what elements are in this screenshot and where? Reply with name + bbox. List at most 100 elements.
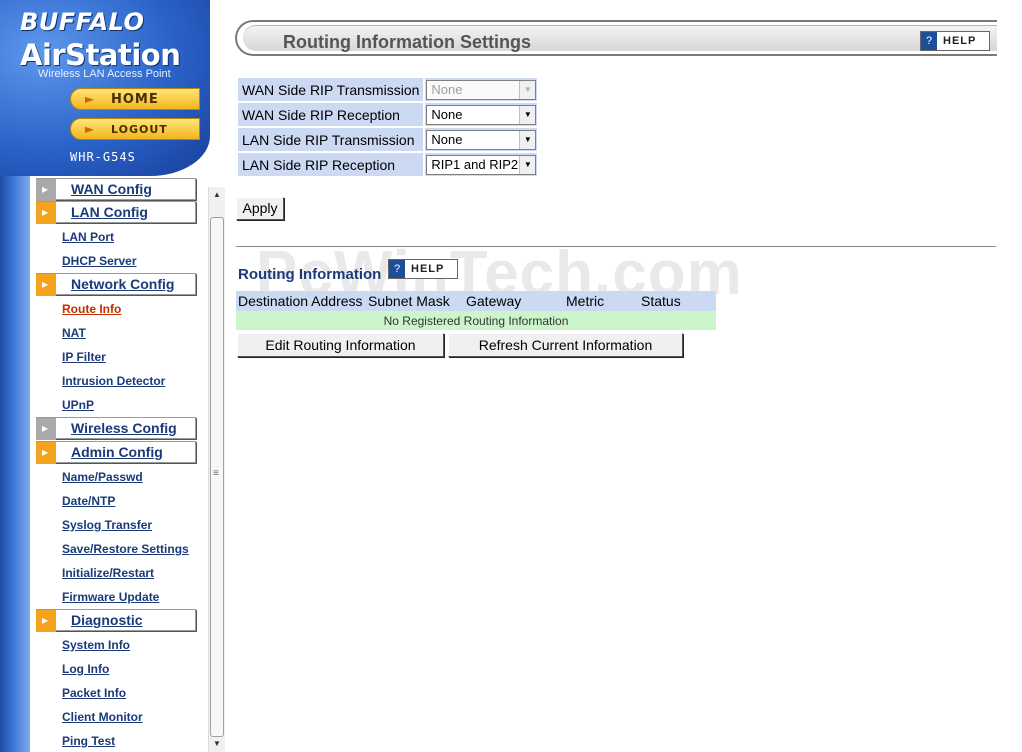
tagline: Wireless LAN Access Point <box>38 68 171 80</box>
left-nav-frame: BUFFALO AirStation Wireless LAN Access P… <box>0 0 226 752</box>
section-arrow-icon <box>36 442 56 464</box>
page-title: Routing Information Settings <box>283 32 531 52</box>
sidebar-item-lan-port[interactable]: LAN Port <box>62 230 114 244</box>
section-wireless-config[interactable]: Wireless Config <box>36 417 196 440</box>
question-icon: ? <box>389 260 405 278</box>
refresh-info-button[interactable]: Refresh Current Information <box>448 333 683 357</box>
help-label: HELP <box>943 35 977 47</box>
logo-panel: BUFFALO AirStation Wireless LAN Access P… <box>0 0 210 176</box>
select-value: None <box>431 106 463 122</box>
question-icon: ? <box>921 32 937 50</box>
wan-rip-transmission-select[interactable]: None ▼ <box>426 79 537 100</box>
section-wan-config[interactable]: WAN Config <box>36 178 196 201</box>
sidebar-item-route-info[interactable]: Route Info <box>62 302 121 316</box>
table-row: No Registered Routing Information <box>236 311 716 330</box>
routing-info-help-button[interactable]: ? HELP <box>388 259 458 279</box>
rip-row: WAN Side RIP Transmission None ▼ <box>238 78 538 101</box>
sidebar-item-firmware-update[interactable]: Firmware Update <box>62 590 159 604</box>
rip-row: LAN Side RIP Reception RIP1 and RIP2 ▼ <box>238 153 538 176</box>
logout-button-label: LOGOUT <box>111 123 168 136</box>
lan-rip-reception-select[interactable]: RIP1 and RIP2 ▼ <box>426 154 537 175</box>
rip-label: WAN Side RIP Reception <box>238 103 424 126</box>
sidebar-item-date-ntp[interactable]: Date/NTP <box>62 494 115 508</box>
model-name: WHR-G54S <box>70 150 136 164</box>
logout-button[interactable]: ► LOGOUT <box>70 118 200 140</box>
rip-label: LAN Side RIP Transmission <box>238 128 424 151</box>
rip-settings-table: WAN Side RIP Transmission None ▼ WAN Sid… <box>236 76 539 178</box>
column-header: Subnet Mask <box>366 291 464 311</box>
home-button-label: HOME <box>111 92 159 107</box>
main-content-frame: Routing Information Settings ? HELP WAN … <box>226 0 1022 752</box>
dropdown-arrow-icon: ▼ <box>519 155 536 174</box>
sidebar-item-upnp[interactable]: UPnP <box>62 398 94 412</box>
scroll-thumb[interactable]: ≡ <box>210 217 224 737</box>
sidebar-item-ping-test[interactable]: Ping Test <box>62 734 115 748</box>
arrow-icon: ► <box>85 92 95 106</box>
section-arrow-icon <box>36 610 56 632</box>
column-header: Gateway <box>464 291 564 311</box>
brand-logo: BUFFALO <box>20 8 145 36</box>
sidebar-item-intrusion-detector[interactable]: Intrusion Detector <box>62 374 165 388</box>
arrow-icon: ► <box>85 122 95 136</box>
routing-table: Destination Address Subnet Mask Gateway … <box>236 291 716 330</box>
grip-icon: ≡ <box>213 468 219 479</box>
scroll-down-arrow-icon[interactable]: ▼ <box>209 736 225 752</box>
section-label: Admin Config <box>71 444 163 460</box>
table-header-row: Destination Address Subnet Mask Gateway … <box>236 291 716 311</box>
column-header: Metric <box>564 291 639 311</box>
rip-row: WAN Side RIP Reception None ▼ <box>238 103 538 126</box>
section-label: Wireless Config <box>71 420 177 436</box>
section-label: WAN Config <box>71 181 152 197</box>
section-arrow-icon <box>36 179 56 201</box>
routing-info-heading: Routing Information <box>238 266 382 283</box>
sidebar-item-system-info[interactable]: System Info <box>62 638 130 652</box>
sidebar-item-dhcp-server[interactable]: DHCP Server <box>62 254 136 268</box>
section-network-config[interactable]: Network Config <box>36 273 196 296</box>
section-admin-config[interactable]: Admin Config <box>36 441 196 464</box>
sidebar-scrollbar[interactable]: ▲ ≡ ▼ <box>208 187 225 752</box>
sidebar-item-nat[interactable]: NAT <box>62 326 86 340</box>
title-bar: Routing Information Settings ? HELP <box>235 20 997 56</box>
dropdown-arrow-icon: ▼ <box>519 80 536 99</box>
sidebar-item-name-passwd[interactable]: Name/Passwd <box>62 470 143 484</box>
select-value: RIP1 and RIP2 <box>431 156 519 172</box>
section-label: Network Config <box>71 276 175 292</box>
sidebar-item-client-monitor[interactable]: Client Monitor <box>62 710 143 724</box>
section-label: LAN Config <box>71 204 148 220</box>
home-button[interactable]: ► HOME <box>70 88 200 110</box>
sidebar-item-ip-filter[interactable]: IP Filter <box>62 350 106 364</box>
title-bar-inner: Routing Information Settings ? HELP <box>243 25 997 52</box>
section-label: Diagnostic <box>71 612 143 628</box>
rip-value-cell: None ▼ <box>425 78 538 101</box>
help-button[interactable]: ? HELP <box>920 31 990 51</box>
scroll-up-arrow-icon[interactable]: ▲ <box>209 187 225 203</box>
dropdown-arrow-icon: ▼ <box>519 105 536 124</box>
rip-label: LAN Side RIP Reception <box>238 153 424 176</box>
sidebar-item-packet-info[interactable]: Packet Info <box>62 686 126 700</box>
section-lan-config[interactable]: LAN Config <box>36 201 196 224</box>
rip-row: LAN Side RIP Transmission None ▼ <box>238 128 538 151</box>
rip-value-cell: RIP1 and RIP2 ▼ <box>425 153 538 176</box>
section-arrow-icon <box>36 202 56 224</box>
wan-rip-reception-select[interactable]: None ▼ <box>426 104 537 125</box>
sidebar-item-log-info[interactable]: Log Info <box>62 662 109 676</box>
help-label: HELP <box>411 263 445 275</box>
lan-rip-transmission-select[interactable]: None ▼ <box>426 129 537 150</box>
sidebar-item-initialize-restart[interactable]: Initialize/Restart <box>62 566 154 580</box>
column-header: Status <box>639 291 716 311</box>
empty-message: No Registered Routing Information <box>236 311 716 330</box>
apply-button[interactable]: Apply <box>236 197 284 220</box>
section-diagnostic[interactable]: Diagnostic <box>36 609 196 632</box>
sidebar-menu: WAN Config LAN Config LAN Port DHCP Serv… <box>36 176 208 752</box>
rip-value-cell: None ▼ <box>425 103 538 126</box>
dropdown-arrow-icon: ▼ <box>519 130 536 149</box>
edit-routing-button[interactable]: Edit Routing Information <box>237 333 444 357</box>
select-value: None <box>431 131 463 147</box>
sidebar-item-syslog-transfer[interactable]: Syslog Transfer <box>62 518 152 532</box>
rip-label: WAN Side RIP Transmission <box>238 78 424 101</box>
rip-value-cell: None ▼ <box>425 128 538 151</box>
section-arrow-icon <box>36 418 56 440</box>
sidebar-item-save-restore[interactable]: Save/Restore Settings <box>62 542 189 556</box>
product-logo: AirStation <box>20 38 181 72</box>
select-value: None <box>431 81 463 97</box>
